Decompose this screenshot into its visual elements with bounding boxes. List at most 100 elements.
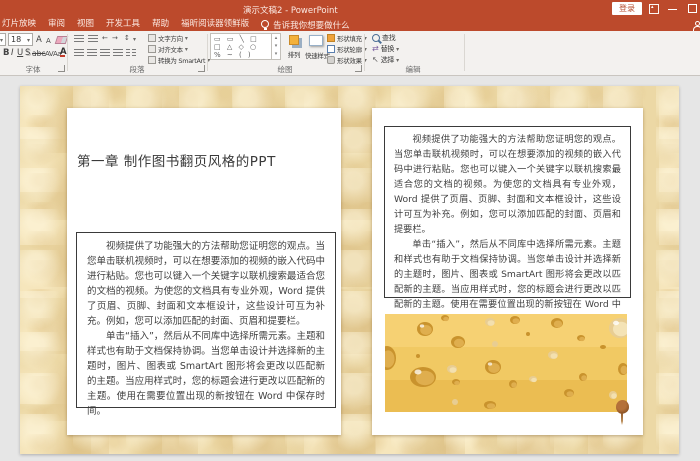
tab-review[interactable]: 审阅: [42, 18, 71, 31]
align-text-icon: [148, 45, 156, 53]
text-direction-button[interactable]: 文字方向: [148, 33, 188, 43]
smartart-icon: [148, 56, 156, 64]
bullets-icon[interactable]: [74, 35, 84, 42]
shrink-font-button[interactable]: A: [46, 35, 51, 47]
font-color-button[interactable]: A: [60, 47, 67, 57]
smudge-decoration: [616, 400, 629, 425]
title-bar: 演示文稿2 - PowerPoint 登录: [0, 0, 700, 18]
shape-fill-label: 形状填充: [337, 35, 362, 43]
maximize-icon[interactable]: [688, 4, 697, 13]
chevron-down-icon: [395, 56, 399, 64]
quick-styles-label: 快速样式: [305, 52, 330, 60]
shape-effects-icon: [327, 56, 335, 64]
slide-canvas-area: 第一章 制作图书翻页风格的PPT 视频提供了功能强大的方法帮助您证明您的观点。当…: [0, 76, 700, 461]
find-button[interactable]: 查找: [372, 33, 396, 43]
align-text-label: 对齐文本: [158, 46, 183, 54]
powerpoint-window: 演示文稿2 - PowerPoint 登录 灯片放映 审阅 视图 开发工具 帮助…: [0, 0, 700, 461]
group-separator: [464, 34, 465, 71]
quick-styles-icon: [309, 35, 323, 46]
shapes-row[interactable]: ▭ ▭ ╲ □: [214, 35, 259, 43]
gallery-scrollbar[interactable]: ▴ ▾ ▾: [271, 34, 280, 59]
underline-button[interactable]: U: [17, 47, 23, 59]
login-button[interactable]: 登录: [612, 2, 642, 15]
ribbon-tab-bar: 灯片放映 审阅 视图 开发工具 帮助 福昕阅读器领鲜版 告诉我你想要做什么: [0, 18, 700, 31]
font-group-label: 字体: [25, 65, 41, 74]
shapes-row[interactable]: □ △ ◇ ○: [214, 43, 258, 51]
justify-icon[interactable]: [113, 49, 123, 56]
shape-effects-button[interactable]: 形状效果: [327, 55, 367, 65]
chevron-down-icon: [184, 45, 188, 53]
cheese-image[interactable]: [385, 314, 627, 412]
convert-smartart-button[interactable]: 转换为 SmartArt: [148, 55, 210, 65]
character-spacing-button[interactable]: AV: [45, 48, 54, 60]
align-right-icon[interactable]: [100, 49, 110, 56]
shape-effects-label: 形状效果: [337, 57, 362, 65]
body-textbox-left[interactable]: 视频提供了功能强大的方法帮助您证明您的观点。当您单击联机视频时，可以在想要添加的…: [76, 232, 336, 417]
drawing-group-label: 绘图: [277, 65, 293, 74]
window-title: 演示文稿2 - PowerPoint: [243, 6, 338, 16]
shape-outline-icon: [327, 45, 335, 53]
book-page-right: 视频提供了功能强大的方法帮助您证明您的观点。当您单击联机视频时，可以在想要添加的…: [372, 108, 643, 435]
font-size-combo[interactable]: 18: [8, 33, 33, 46]
replace-label: 替换: [380, 45, 395, 53]
group-separator: [67, 34, 68, 71]
select-icon: ↖: [372, 55, 379, 64]
align-left-icon[interactable]: [74, 49, 84, 56]
convert-smartart-label: 转换为 SmartArt: [158, 57, 206, 65]
paragraph-group-label: 段落: [129, 65, 145, 74]
text-shadow-button[interactable]: S: [25, 47, 30, 59]
chevron-down-icon: [132, 35, 136, 43]
align-text-button[interactable]: 对齐文本: [148, 44, 188, 54]
arrange-label: 排列: [287, 51, 301, 59]
quick-styles-button[interactable]: 快速样式: [305, 33, 330, 63]
tab-view[interactable]: 视图: [71, 18, 100, 31]
book-page-left: 第一章 制作图书翻页风格的PPT 视频提供了功能强大的方法帮助您证明您的观点。当…: [67, 108, 341, 435]
shape-fill-button[interactable]: 形状填充: [327, 33, 367, 43]
shape-outline-button[interactable]: 形状轮廓: [327, 44, 367, 54]
slide[interactable]: 第一章 制作图书翻页风格的PPT 视频提供了功能强大的方法帮助您证明您的观点。当…: [20, 86, 679, 454]
line-spacing-icon[interactable]: ↕: [124, 34, 130, 42]
tab-slideshow[interactable]: 灯片放映: [0, 18, 42, 31]
ribbon: 18 A A B I U S abc AV Aa A 字体 ← → ↕ 文字方向: [0, 31, 700, 76]
text-direction-label: 文字方向: [158, 35, 183, 43]
tab-developer[interactable]: 开发工具: [100, 18, 146, 31]
editing-group-label: 编辑: [405, 65, 421, 74]
share-icon[interactable]: [693, 21, 700, 31]
align-center-icon[interactable]: [87, 49, 97, 56]
minimize-icon[interactable]: [668, 9, 677, 10]
group-separator: [207, 34, 208, 71]
decrease-indent-icon[interactable]: ←: [102, 34, 108, 42]
strikethrough-button[interactable]: abc: [32, 48, 45, 60]
chevron-down-icon: [26, 36, 30, 44]
numbering-icon[interactable]: [88, 35, 98, 42]
select-label: 选择: [380, 56, 395, 64]
columns-icon[interactable]: [126, 49, 136, 56]
chapter-title-textbox[interactable]: 第一章 制作图书翻页风格的PPT: [77, 150, 276, 170]
shapes-row[interactable]: % ~ ( ): [214, 51, 253, 59]
increase-indent-icon[interactable]: →: [112, 34, 118, 42]
text-direction-icon: [148, 34, 156, 42]
paragraph-dialog-launcher-icon[interactable]: [198, 65, 205, 72]
font-name-combo[interactable]: [0, 33, 6, 46]
shapes-gallery[interactable]: ▭ ▭ ╲ □ □ △ ◇ ○ % ~ ( ) ▴ ▾ ▾: [210, 33, 281, 60]
bold-button[interactable]: B: [3, 47, 9, 59]
replace-icon: ⇄: [372, 44, 379, 53]
tell-me-label: 告诉我你想要做什么: [273, 20, 350, 31]
arrange-button[interactable]: 排列: [283, 33, 305, 63]
lightbulb-icon: [261, 19, 270, 30]
select-button[interactable]: ↖ 选择: [372, 55, 399, 65]
grow-font-button[interactable]: A: [36, 34, 42, 46]
italic-button[interactable]: I: [11, 47, 14, 59]
font-dialog-launcher-icon[interactable]: [58, 65, 65, 72]
tab-help[interactable]: 帮助: [146, 18, 175, 31]
replace-button[interactable]: ⇄ 替换: [372, 44, 399, 54]
shape-outline-label: 形状轮廓: [337, 46, 362, 54]
tell-me-box[interactable]: 告诉我你想要做什么: [259, 19, 350, 31]
body-textbox-right[interactable]: 视频提供了功能强大的方法帮助您证明您的观点。当您单击联机视频时，可以在想要添加的…: [384, 126, 631, 325]
drawing-dialog-launcher-icon[interactable]: [355, 65, 362, 72]
ribbon-display-options-icon[interactable]: [649, 4, 659, 14]
font-size-value: 18: [11, 35, 22, 44]
chevron-down-icon: [184, 34, 188, 42]
tab-foxit[interactable]: 福昕阅读器领鲜版: [175, 18, 255, 31]
arrange-icon: [289, 35, 299, 45]
